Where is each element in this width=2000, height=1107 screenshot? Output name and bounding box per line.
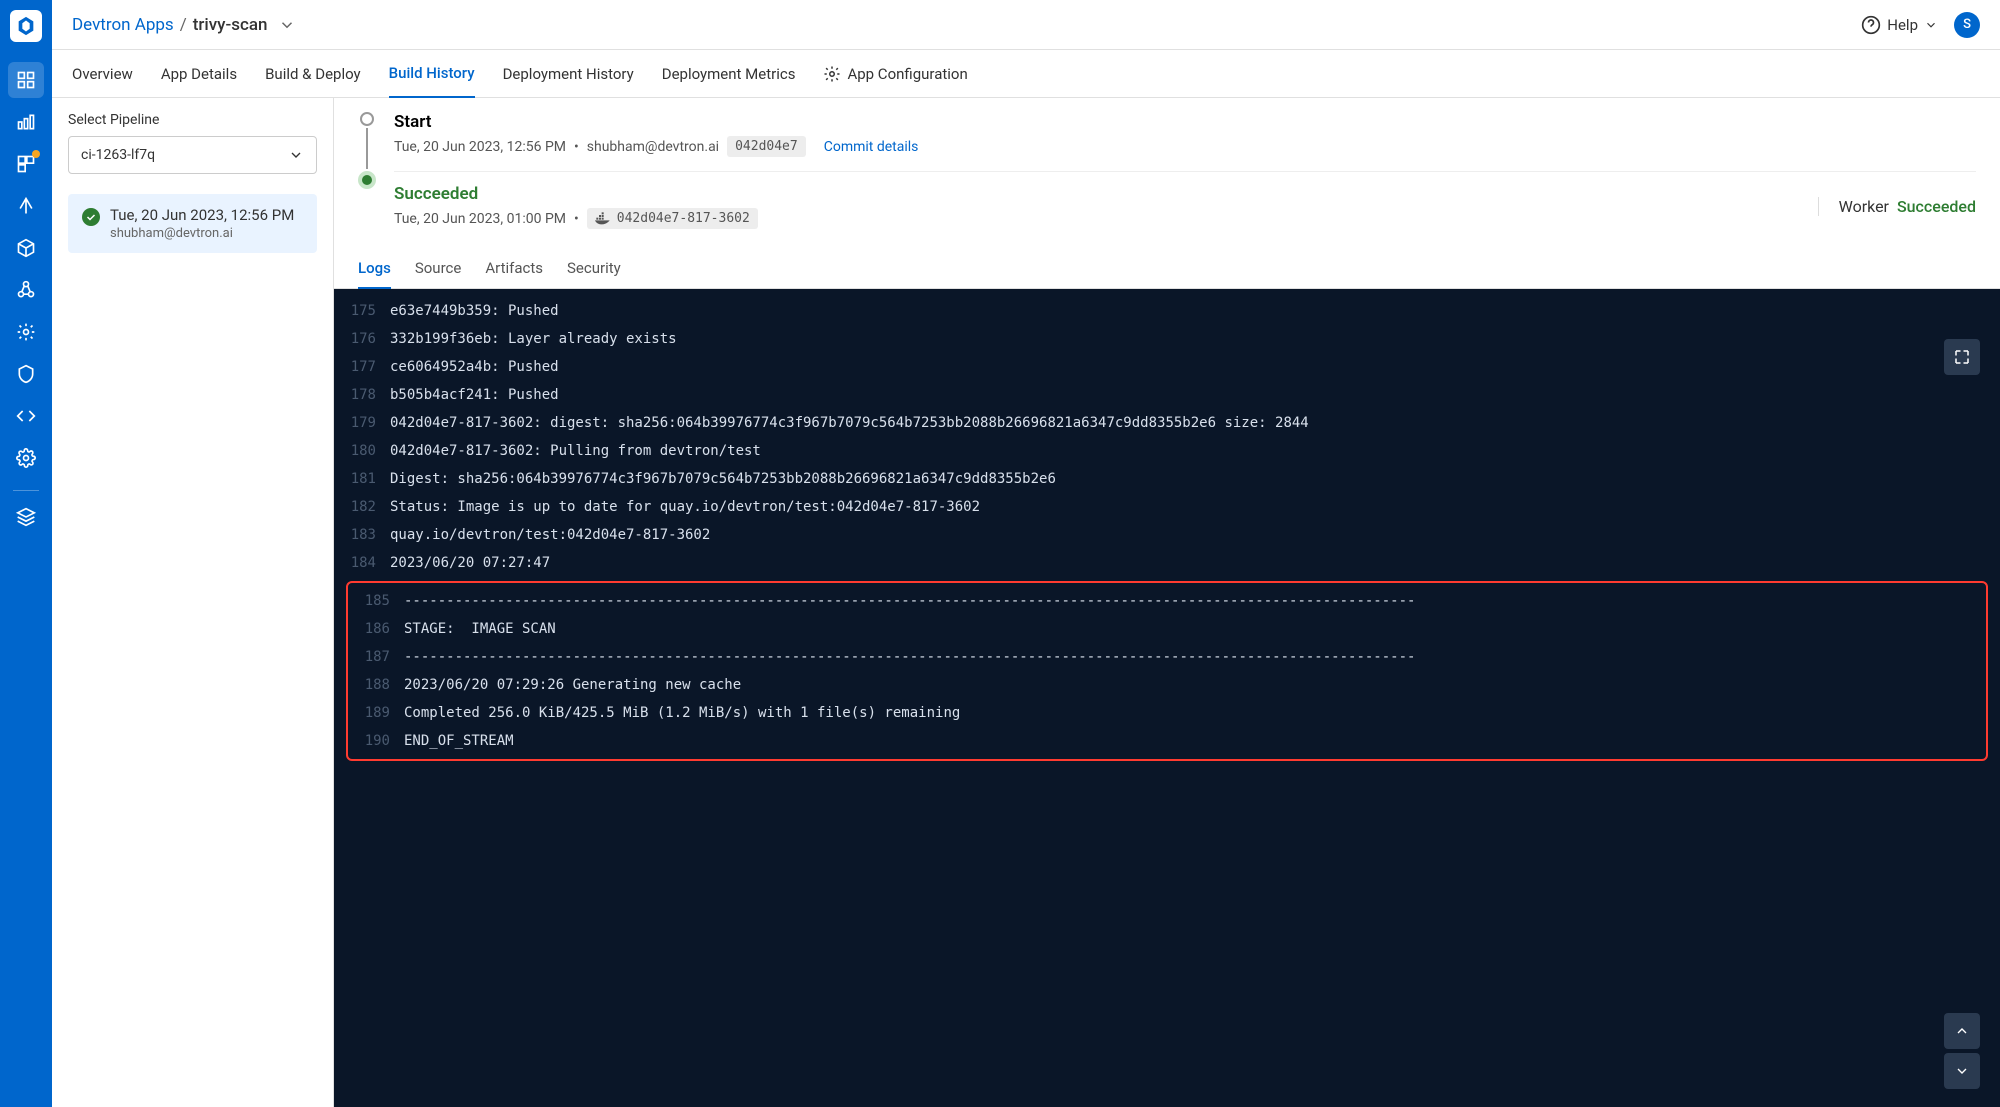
docker-icon bbox=[595, 212, 611, 226]
log-line: 181Digest: sha256:064b39976774c3f967b707… bbox=[334, 465, 2000, 493]
nav-app-group-icon[interactable] bbox=[8, 146, 44, 182]
timeline-end-node bbox=[358, 171, 376, 189]
tab-app-configuration[interactable]: App Configuration bbox=[823, 50, 967, 97]
worker-label: Worker bbox=[1839, 197, 1889, 216]
breadcrumb-app[interactable]: trivy-scan bbox=[193, 15, 268, 35]
pipeline-side-panel: Select Pipeline ci-1263-lf7q Tue, 20 Jun… bbox=[52, 98, 334, 1107]
log-line: 176332b199f36eb: Layer already exists bbox=[334, 325, 2000, 353]
gear-icon bbox=[823, 65, 841, 83]
chevron-down-icon bbox=[288, 147, 304, 163]
breadcrumb: Devtron Apps / trivy-scan bbox=[72, 15, 1861, 35]
subtab-security[interactable]: Security bbox=[567, 249, 621, 288]
tab-deployment-metrics[interactable]: Deployment Metrics bbox=[662, 50, 796, 97]
tab-app-details[interactable]: App Details bbox=[161, 50, 237, 97]
timeline-start-node bbox=[360, 112, 374, 126]
top-bar: Devtron Apps / trivy-scan Help S bbox=[52, 0, 2000, 50]
nav-apps-icon[interactable] bbox=[8, 62, 44, 98]
tab-deployment-history[interactable]: Deployment History bbox=[503, 50, 634, 97]
stage-start-time: Tue, 20 Jun 2023, 12:56 PM bbox=[394, 139, 566, 155]
log-line: 1842023/06/20 07:27:47 bbox=[334, 549, 2000, 577]
worker-status: Succeeded bbox=[1897, 197, 1976, 216]
stage-end-time: Tue, 20 Jun 2023, 01:00 PM bbox=[394, 211, 566, 227]
pipeline-select-label: Select Pipeline bbox=[68, 112, 317, 128]
commit-details-link[interactable]: Commit details bbox=[824, 139, 919, 155]
stage-start-user: shubham@devtron.ai bbox=[587, 139, 719, 155]
log-line: 189Completed 256.0 KiB/425.5 MiB (1.2 Mi… bbox=[348, 699, 1986, 727]
log-line: 1882023/06/20 07:29:26 Generating new ca… bbox=[348, 671, 1986, 699]
nav-settings-icon[interactable] bbox=[8, 440, 44, 476]
log-line: 182Status: Image is up to date for quay.… bbox=[334, 493, 2000, 521]
stage-end-title: Succeeded bbox=[394, 184, 1808, 204]
nav-chart-icon[interactable] bbox=[8, 104, 44, 140]
tab-build-deploy[interactable]: Build & Deploy bbox=[265, 50, 361, 97]
subtab-artifacts[interactable]: Artifacts bbox=[485, 249, 543, 288]
log-line: 180042d04e7-817-3602: Pulling from devtr… bbox=[334, 437, 2000, 465]
nav-shield-icon[interactable] bbox=[8, 356, 44, 392]
help-label: Help bbox=[1887, 16, 1918, 34]
nav-layers-icon[interactable] bbox=[8, 499, 44, 535]
image-chip[interactable]: 042d04e7-817-3602 bbox=[587, 208, 758, 229]
left-navigation-rail bbox=[0, 0, 52, 1107]
log-line: 175e63e7449b359: Pushed bbox=[334, 297, 2000, 325]
log-line: 183quay.io/devtron/test:042d04e7-817-360… bbox=[334, 521, 2000, 549]
log-viewer[interactable]: 175e63e7449b359: Pushed176332b199f36eb: … bbox=[334, 289, 2000, 1107]
log-line: 177ce6064952a4b: Pushed bbox=[334, 353, 2000, 381]
nav-gear-icon[interactable] bbox=[8, 314, 44, 350]
stage-start-title: Start bbox=[394, 112, 1976, 132]
build-subtabs: Logs Source Artifacts Security bbox=[334, 249, 2000, 289]
log-line: 186STAGE: IMAGE SCAN bbox=[348, 615, 1986, 643]
nav-cube-icon[interactable] bbox=[8, 230, 44, 266]
highlighted-log-section: 185-------------------------------------… bbox=[346, 581, 1988, 761]
pipeline-select[interactable]: ci-1263-lf7q bbox=[68, 136, 317, 174]
chevron-down-icon bbox=[1924, 18, 1938, 32]
app-logo[interactable] bbox=[10, 10, 42, 42]
log-line: 178b505b4acf241: Pushed bbox=[334, 381, 2000, 409]
nav-code-icon[interactable] bbox=[8, 398, 44, 434]
run-timestamp: Tue, 20 Jun 2023, 12:56 PM bbox=[110, 206, 294, 224]
log-line: 190END_OF_STREAM bbox=[348, 727, 1986, 755]
scroll-down-button[interactable] bbox=[1944, 1053, 1980, 1089]
tab-overview[interactable]: Overview bbox=[72, 50, 133, 97]
image-tag-label: 042d04e7-817-3602 bbox=[617, 211, 750, 226]
log-line: 179042d04e7-817-3602: digest: sha256:064… bbox=[334, 409, 2000, 437]
detail-panel: Start Tue, 20 Jun 2023, 12:56 PM • shubh… bbox=[334, 98, 2000, 1107]
pipeline-run-item[interactable]: Tue, 20 Jun 2023, 12:56 PM shubham@devtr… bbox=[68, 194, 317, 253]
help-icon bbox=[1861, 15, 1881, 35]
scroll-up-button[interactable] bbox=[1944, 1013, 1980, 1049]
subtab-source[interactable]: Source bbox=[415, 249, 461, 288]
run-user: shubham@devtron.ai bbox=[110, 226, 294, 241]
breadcrumb-separator: / bbox=[180, 15, 187, 35]
pipeline-select-value: ci-1263-lf7q bbox=[81, 147, 155, 163]
nav-cluster-icon[interactable] bbox=[8, 272, 44, 308]
user-avatar[interactable]: S bbox=[1954, 12, 1980, 38]
chevron-down-icon[interactable] bbox=[278, 16, 296, 34]
status-success-icon bbox=[82, 208, 100, 226]
tab-build-history[interactable]: Build History bbox=[389, 50, 475, 98]
app-tabs: Overview App Details Build & Deploy Build H… bbox=[52, 50, 2000, 98]
help-button[interactable]: Help bbox=[1861, 15, 1938, 35]
subtab-logs[interactable]: Logs bbox=[358, 249, 391, 289]
log-line: 185-------------------------------------… bbox=[348, 587, 1986, 615]
nav-deploy-icon[interactable] bbox=[8, 188, 44, 224]
log-line: 187-------------------------------------… bbox=[348, 643, 1986, 671]
fullscreen-button[interactable] bbox=[1944, 339, 1980, 375]
breadcrumb-group[interactable]: Devtron Apps bbox=[72, 15, 174, 35]
commit-chip[interactable]: 042d04e7 bbox=[727, 136, 806, 157]
